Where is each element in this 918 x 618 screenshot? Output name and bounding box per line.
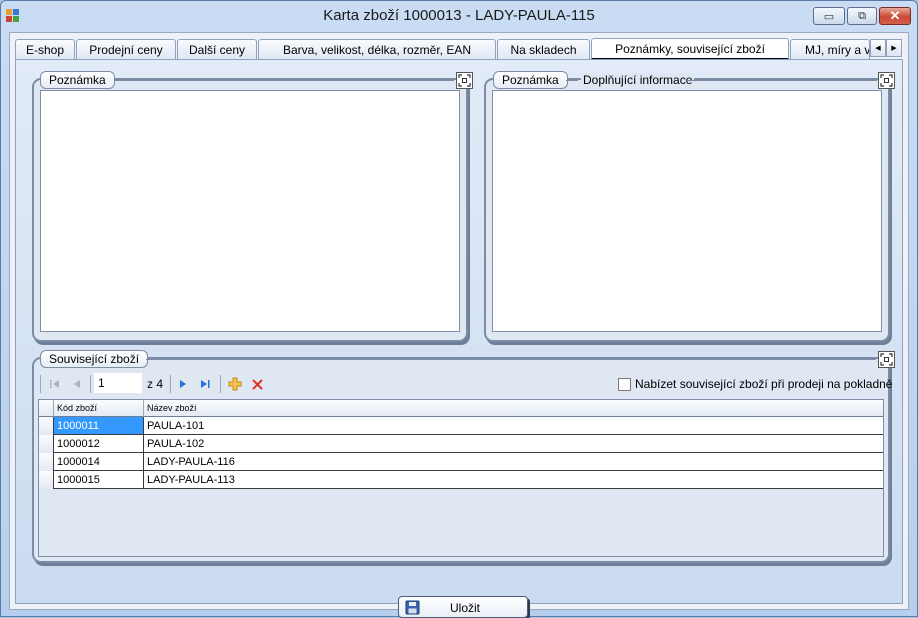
add-icon: [228, 377, 242, 391]
expand-icon: [880, 353, 893, 366]
restore-icon: ⧉: [858, 9, 866, 22]
tab-page-poznamky: Poznámka Poznámka Doplňující informace 1…: [15, 59, 903, 618]
next-record-button[interactable]: [174, 375, 192, 393]
last-record-button[interactable]: [196, 375, 214, 393]
last-record-icon: [201, 380, 210, 388]
offer-related-checkbox[interactable]: Nabízet související zboží při prodeji na…: [618, 377, 892, 391]
note-left-label: Poznámka: [40, 71, 115, 89]
cell-name[interactable]: PAULA-101: [144, 417, 883, 434]
tab-label: Další ceny: [188, 42, 246, 57]
close-icon: ✕: [889, 8, 901, 23]
note-right-header-line: [687, 80, 877, 81]
expand-icon: [880, 74, 893, 87]
tab-label: Na skladech: [510, 42, 577, 57]
first-record-button[interactable]: [46, 375, 64, 393]
cell-name[interactable]: LADY-PAULA-113: [144, 471, 883, 488]
related-goods-label: Související zboží: [40, 350, 149, 368]
note-right-header-line: [566, 80, 578, 81]
row-indicator: [39, 453, 54, 471]
checkbox-box[interactable]: [618, 377, 631, 391]
close-button[interactable]: ✕: [879, 7, 911, 25]
first-record-icon: [50, 380, 59, 388]
save-button-label: Uložit: [449, 601, 480, 615]
minimize-button[interactable]: ▭: [813, 7, 845, 25]
chevron-right-icon: ▶: [891, 45, 897, 52]
tab-poznamky[interactable]: Poznámky, související zboží: [591, 38, 789, 60]
column-header-name[interactable]: Název zboží: [144, 400, 883, 417]
previous-record-icon: [74, 380, 80, 388]
note-right-label: Poznámka: [493, 71, 568, 89]
toolbar-separator: [90, 375, 91, 393]
toolbar-separator: [220, 375, 221, 393]
page-count-label: z 4: [147, 377, 164, 391]
floppy-disk-icon: [405, 600, 420, 615]
note-left-expand-button[interactable]: [456, 72, 473, 89]
cell-code[interactable]: 1000012: [54, 435, 144, 452]
delete-record-button[interactable]: [248, 375, 266, 393]
grid-header-row: Kód zboží Název zboží: [39, 400, 883, 417]
add-record-button[interactable]: [226, 375, 244, 393]
previous-record-button[interactable]: [68, 375, 86, 393]
cell-code[interactable]: 1000011: [54, 417, 144, 434]
note-right-expand-button[interactable]: [878, 72, 895, 89]
cell-code[interactable]: 1000015: [54, 471, 144, 488]
note-right-secondary-label: Doplňující informace: [581, 73, 695, 87]
minimize-icon: ▭: [823, 10, 835, 23]
tab-mj-miry[interactable]: MJ, míry a v: [790, 39, 870, 59]
row-indicator: [39, 471, 54, 489]
row-indicator-header: [39, 400, 54, 417]
tab-label: Poznámky, související zboží: [615, 41, 765, 56]
cell-name[interactable]: PAULA-102: [144, 435, 883, 452]
note-right-textarea[interactable]: [492, 90, 882, 332]
expand-icon: [458, 74, 471, 87]
tab-strip: E-shop Prodejní ceny Další ceny Barva, v…: [15, 38, 903, 60]
toolbar-grip: [40, 375, 41, 393]
window-title: Karta zboží 1000013 - LADY-PAULA-115: [323, 7, 595, 24]
cell-name[interactable]: LADY-PAULA-116: [144, 453, 883, 470]
client-area: E-shop Prodejní ceny Další ceny Barva, v…: [9, 32, 909, 618]
next-record-icon: [180, 380, 186, 388]
navigator-toolbar: z 4: [38, 372, 892, 396]
note-left-textarea[interactable]: [40, 90, 460, 332]
table-row[interactable]: 1000014 LADY-PAULA-116: [39, 453, 883, 471]
page-number-input[interactable]: [94, 373, 142, 393]
offer-related-label: Nabízet související zboží při prodeji na…: [635, 377, 893, 391]
tab-prodejni-ceny[interactable]: Prodejní ceny: [76, 39, 176, 59]
tab-label: E-shop: [25, 42, 65, 57]
column-header-code[interactable]: Kód zboží: [54, 400, 144, 417]
row-indicator: [39, 435, 54, 453]
related-goods-group: z 4: [32, 357, 892, 563]
window: Karta zboží 1000013 - LADY-PAULA-115 ▭ ⧉…: [0, 0, 918, 618]
save-button[interactable]: Uložit: [398, 596, 528, 618]
delete-icon: [251, 378, 263, 390]
table-row[interactable]: 1000012 PAULA-102: [39, 435, 883, 453]
tab-dalsi-ceny[interactable]: Další ceny: [177, 39, 257, 59]
table-row[interactable]: 1000015 LADY-PAULA-113: [39, 471, 883, 489]
title-bar[interactable]: Karta zboží 1000013 - LADY-PAULA-115 ▭ ⧉…: [1, 1, 917, 31]
tab-label: Barva, velikost, délka, rozměr, EAN: [282, 42, 472, 57]
tab-label: Prodejní ceny: [89, 42, 163, 57]
tab-scroll-left-button[interactable]: ◀: [870, 39, 886, 57]
related-goods-header-line: [146, 359, 876, 360]
tab-label: MJ, míry a v: [805, 42, 870, 57]
chevron-left-icon: ◀: [875, 45, 881, 52]
note-left-header-line: [114, 80, 454, 81]
note-group-left: [32, 78, 468, 342]
tab-na-skladech[interactable]: Na skladech: [497, 39, 590, 59]
related-goods-expand-button[interactable]: [878, 351, 895, 368]
cell-code[interactable]: 1000014: [54, 453, 144, 470]
row-indicator: [39, 417, 54, 435]
toolbar-separator: [170, 375, 171, 393]
tab-scroll-right-button[interactable]: ▶: [886, 39, 902, 57]
table-row[interactable]: 1000011 PAULA-101: [39, 417, 883, 435]
tab-barva-velikost[interactable]: Barva, velikost, délka, rozměr, EAN: [258, 39, 496, 59]
tab-e-shop[interactable]: E-shop: [15, 39, 75, 59]
note-group-right: [484, 78, 890, 342]
related-goods-grid: Kód zboží Název zboží 1000011 PAULA-101 …: [38, 399, 884, 557]
restore-button[interactable]: ⧉: [847, 7, 877, 25]
